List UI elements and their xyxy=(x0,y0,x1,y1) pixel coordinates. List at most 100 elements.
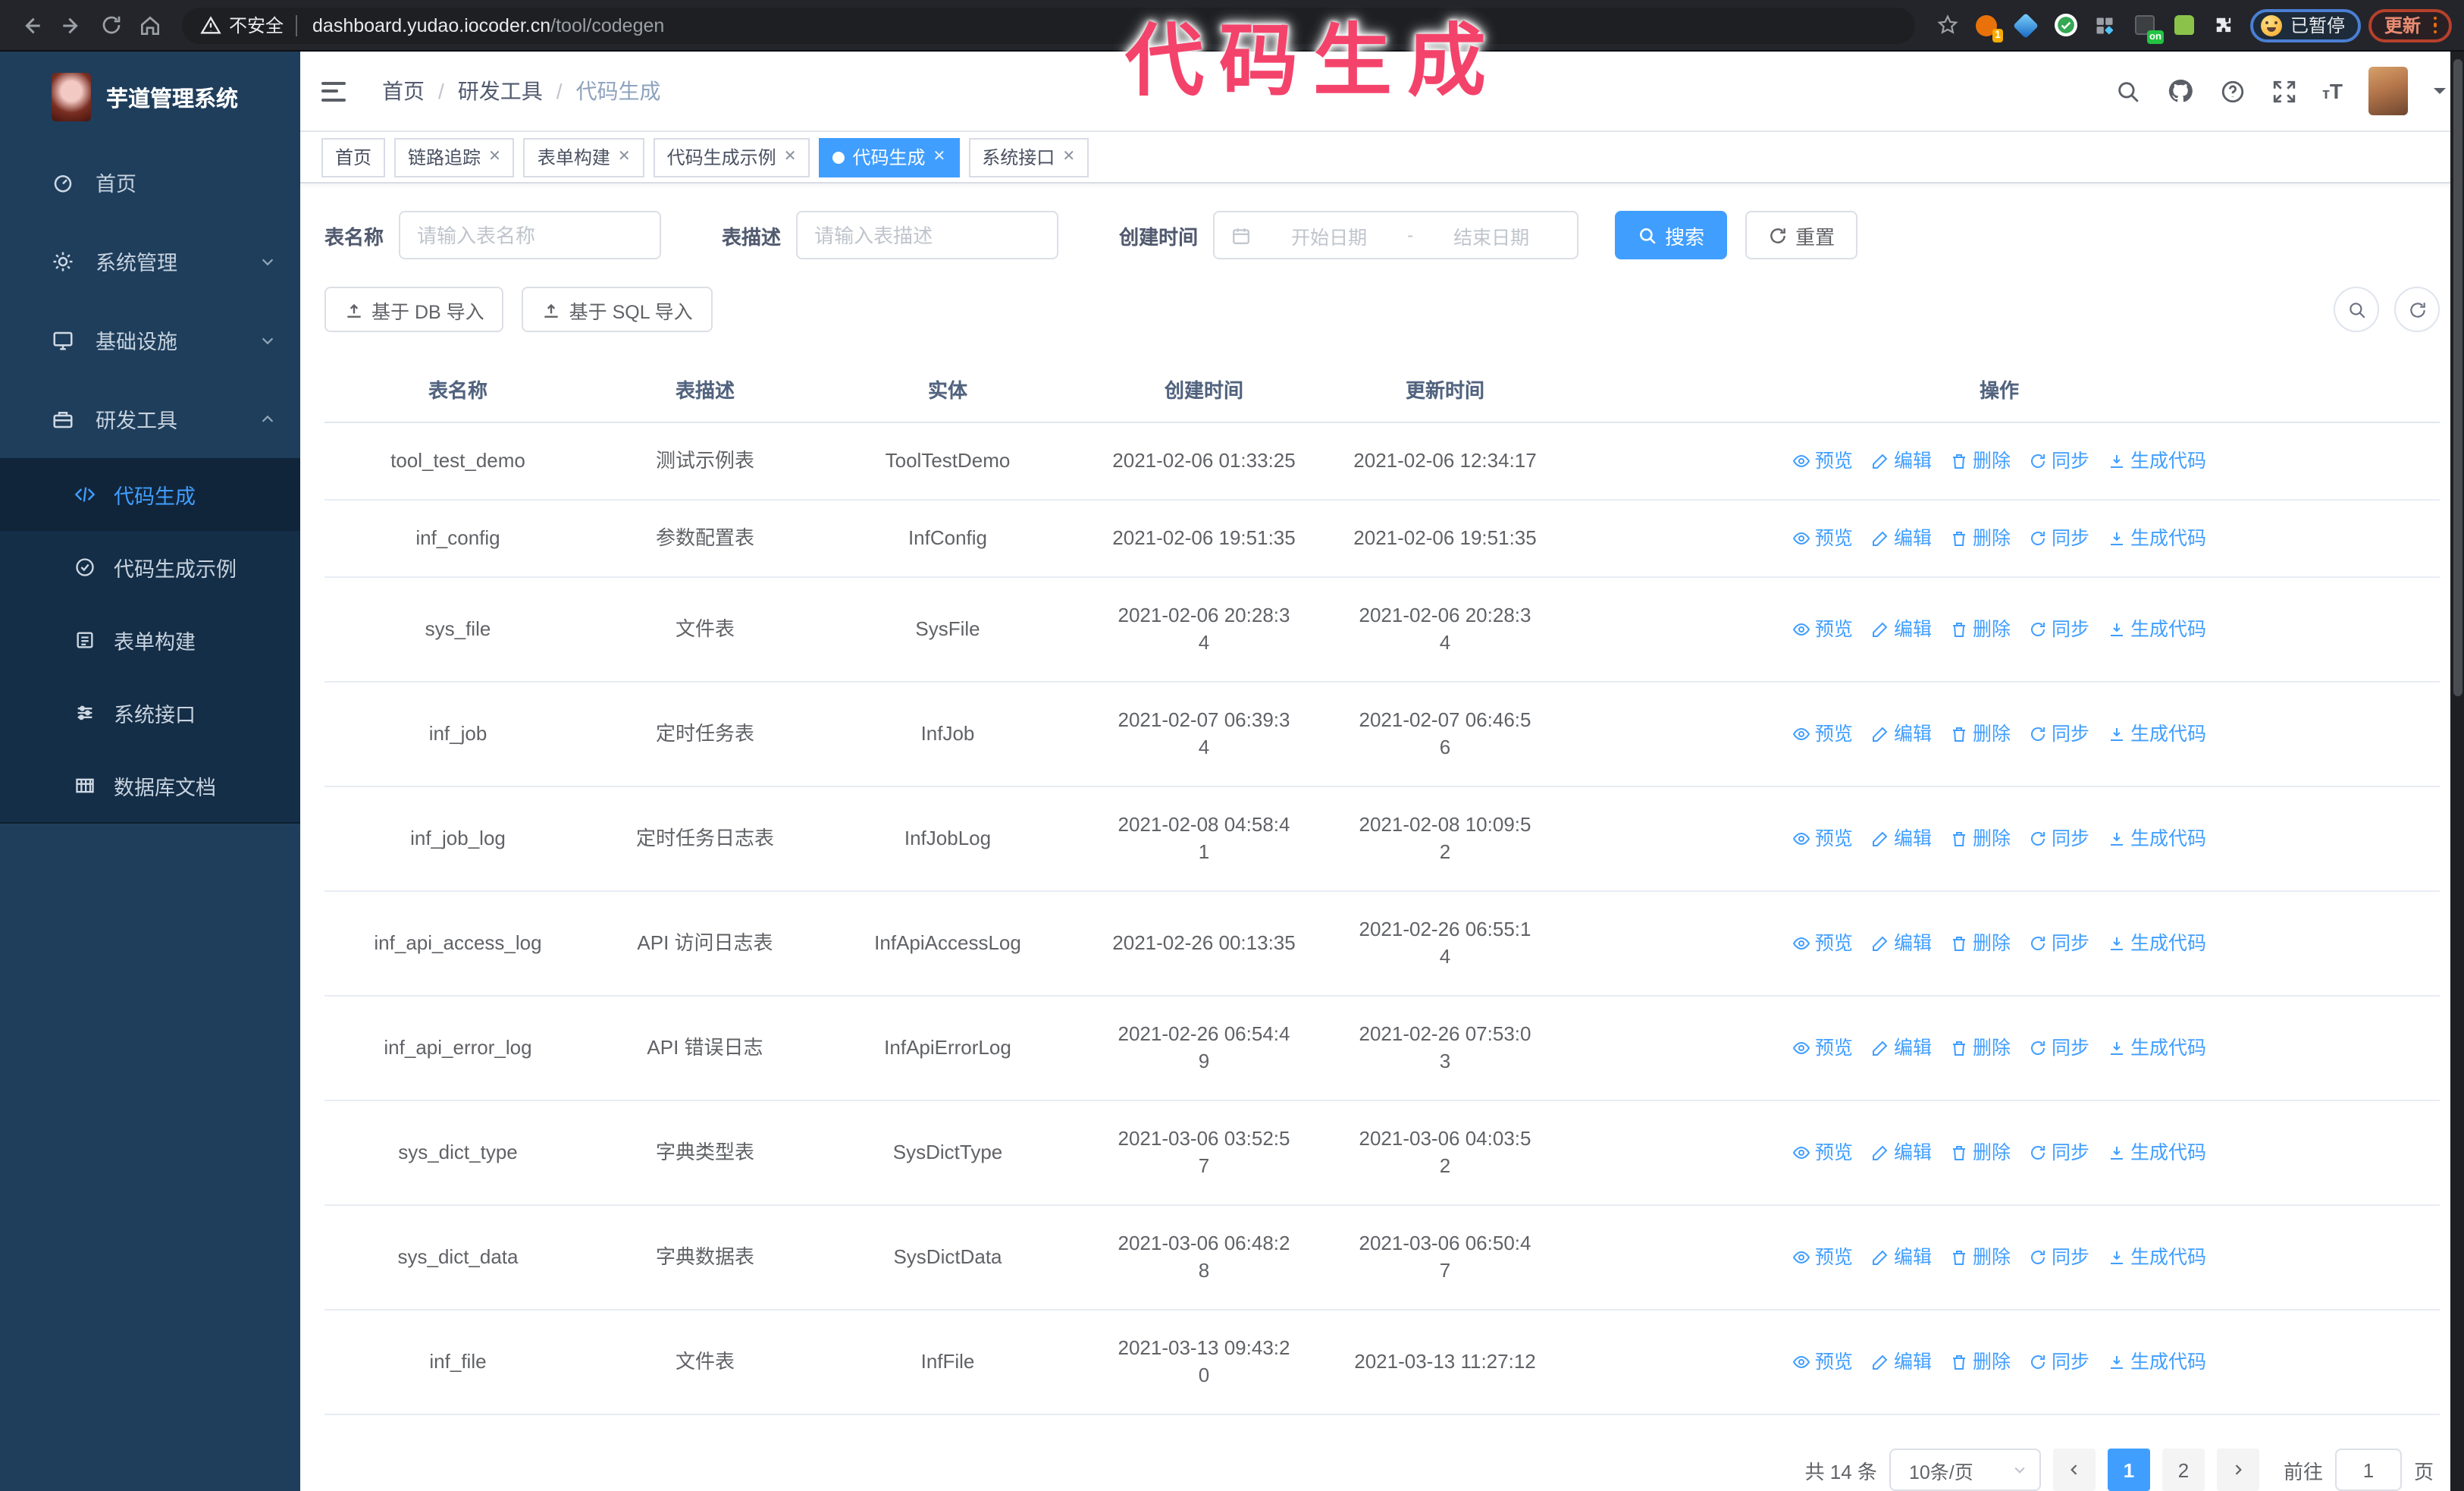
sync-link[interactable]: 同步 xyxy=(2029,1034,2089,1062)
sidebar-item-infra[interactable]: 基础设施 xyxy=(0,300,300,379)
generate-code-link[interactable]: 生成代码 xyxy=(2108,616,2206,643)
preview-link[interactable]: 预览 xyxy=(1792,1034,1853,1062)
puzzle-extensions-icon[interactable] xyxy=(2207,7,2240,43)
generate-code-link[interactable]: 生成代码 xyxy=(2108,825,2206,852)
tab-codegen-example[interactable]: 代码生成示例 ✕ xyxy=(653,137,810,177)
refresh-icon[interactable] xyxy=(2394,287,2440,332)
page-size-select[interactable]: 10条/页 xyxy=(1889,1449,2041,1491)
tab-home[interactable]: 首页 xyxy=(321,137,386,177)
close-icon[interactable]: ✕ xyxy=(784,149,797,165)
extension-gem-icon[interactable] xyxy=(2010,7,2043,43)
github-icon[interactable] xyxy=(2166,77,2193,105)
extension-robot-icon[interactable] xyxy=(2168,7,2201,43)
reset-button[interactable]: 重置 xyxy=(1745,211,1858,259)
address-bar[interactable]: 不安全 dashboard.yudao.iocoder.cn/tool/code… xyxy=(182,7,1916,43)
breadcrumb-home[interactable]: 首页 xyxy=(382,76,425,106)
close-icon[interactable]: ✕ xyxy=(933,149,946,165)
font-size-icon[interactable]: тT xyxy=(2322,79,2343,103)
edit-link[interactable]: 编辑 xyxy=(1871,720,1932,748)
browser-menu-icon[interactable] xyxy=(2433,16,2437,34)
reload-icon[interactable] xyxy=(91,5,130,45)
import-sql-button[interactable]: 基于 SQL 导入 xyxy=(522,287,713,332)
preview-link[interactable]: 预览 xyxy=(1792,720,1853,748)
delete-link[interactable]: 删除 xyxy=(1950,447,2011,475)
generate-code-link[interactable]: 生成代码 xyxy=(2108,930,2206,957)
back-icon[interactable] xyxy=(12,5,52,45)
sync-link[interactable]: 同步 xyxy=(2029,525,2089,552)
table-desc-input[interactable] xyxy=(796,211,1059,259)
edit-link[interactable]: 编辑 xyxy=(1871,930,1932,957)
tab-tracing[interactable]: 链路追踪 ✕ xyxy=(394,137,515,177)
sidebar-item-db-doc[interactable]: 数据库文档 xyxy=(0,749,300,822)
edit-link[interactable]: 编辑 xyxy=(1871,1244,1932,1271)
delete-link[interactable]: 删除 xyxy=(1950,825,2011,852)
sync-link[interactable]: 同步 xyxy=(2029,720,2089,748)
generate-code-link[interactable]: 生成代码 xyxy=(2108,1348,2206,1376)
avatar-caret-icon[interactable] xyxy=(2434,88,2446,100)
sidebar-item-form-builder[interactable]: 表单构建 xyxy=(0,604,300,676)
bookmark-star-icon[interactable] xyxy=(1931,7,1964,43)
paused-extension-pill[interactable]: 已暂停 xyxy=(2250,8,2362,42)
help-icon[interactable] xyxy=(2219,78,2245,104)
tab-system-api[interactable]: 系统接口 ✕ xyxy=(968,137,1089,177)
security-warning[interactable]: 不安全 xyxy=(229,12,284,38)
extension-onebox-icon[interactable]: on xyxy=(2128,7,2165,43)
sidebar-item-home[interactable]: 首页 xyxy=(0,143,300,221)
start-date-placeholder[interactable]: 开始日期 xyxy=(1260,221,1398,250)
generate-code-link[interactable]: 生成代码 xyxy=(2108,525,2206,552)
sidebar-item-codegen[interactable]: 代码生成 xyxy=(0,458,300,531)
tab-form-builder[interactable]: 表单构建 ✕ xyxy=(523,137,644,177)
sidebar-logo[interactable]: 芋道管理系统 xyxy=(0,52,300,143)
import-db-button[interactable]: 基于 DB 导入 xyxy=(324,287,504,332)
table-name-input[interactable] xyxy=(399,211,662,259)
extension-orange-icon[interactable]: 1 xyxy=(1970,7,2004,43)
generate-code-link[interactable]: 生成代码 xyxy=(2108,1034,2206,1062)
sync-link[interactable]: 同步 xyxy=(2029,1139,2089,1166)
generate-code-link[interactable]: 生成代码 xyxy=(2108,447,2206,475)
close-icon[interactable]: ✕ xyxy=(618,149,631,165)
avatar[interactable] xyxy=(2368,67,2408,116)
sidebar-item-codegen-example[interactable]: 代码生成示例 xyxy=(0,531,300,604)
tab-codegen[interactable]: 代码生成 ✕ xyxy=(819,137,960,177)
sidebar-item-system[interactable]: 系统管理 xyxy=(0,221,300,300)
fullscreen-icon[interactable] xyxy=(2271,78,2296,104)
preview-link[interactable]: 预览 xyxy=(1792,930,1853,957)
home-icon[interactable] xyxy=(130,5,170,45)
page-button-1[interactable]: 1 xyxy=(2107,1449,2150,1491)
browser-update-button[interactable]: 更新 xyxy=(2368,8,2452,42)
sync-link[interactable]: 同步 xyxy=(2029,1244,2089,1271)
search-icon[interactable] xyxy=(2114,78,2140,104)
preview-link[interactable]: 预览 xyxy=(1792,1244,1853,1271)
extension-check-icon[interactable] xyxy=(2049,7,2083,43)
sidebar-item-devtools[interactable]: 研发工具 xyxy=(0,379,300,458)
goto-page-input[interactable] xyxy=(2334,1449,2402,1491)
warning-triangle-icon[interactable] xyxy=(200,14,221,36)
extension-grid-icon[interactable] xyxy=(2089,7,2122,43)
preview-link[interactable]: 预览 xyxy=(1792,1348,1853,1376)
generate-code-link[interactable]: 生成代码 xyxy=(2108,720,2206,748)
browser-scrollbar[interactable] xyxy=(2450,52,2464,1491)
edit-link[interactable]: 编辑 xyxy=(1871,525,1932,552)
preview-link[interactable]: 预览 xyxy=(1792,825,1853,852)
preview-link[interactable]: 预览 xyxy=(1792,525,1853,552)
search-button[interactable]: 搜索 xyxy=(1615,211,1728,259)
preview-link[interactable]: 预览 xyxy=(1792,1139,1853,1166)
preview-link[interactable]: 预览 xyxy=(1792,616,1853,643)
sync-link[interactable]: 同步 xyxy=(2029,1348,2089,1376)
edit-link[interactable]: 编辑 xyxy=(1871,447,1932,475)
scrollbar-thumb[interactable] xyxy=(2453,59,2462,696)
edit-link[interactable]: 编辑 xyxy=(1871,825,1932,852)
delete-link[interactable]: 删除 xyxy=(1950,720,2011,748)
delete-link[interactable]: 删除 xyxy=(1950,1348,2011,1376)
hide-search-icon[interactable] xyxy=(2334,287,2379,332)
end-date-placeholder[interactable]: 结束日期 xyxy=(1422,221,1560,250)
generate-code-link[interactable]: 生成代码 xyxy=(2108,1139,2206,1166)
sidebar-item-system-api[interactable]: 系统接口 xyxy=(0,676,300,749)
close-icon[interactable]: ✕ xyxy=(1062,149,1075,165)
date-range-picker[interactable]: 开始日期 - 结束日期 xyxy=(1213,211,1579,259)
edit-link[interactable]: 编辑 xyxy=(1871,1348,1932,1376)
delete-link[interactable]: 删除 xyxy=(1950,616,2011,643)
breadcrumb-devtools[interactable]: 研发工具 xyxy=(458,76,543,106)
sync-link[interactable]: 同步 xyxy=(2029,616,2089,643)
edit-link[interactable]: 编辑 xyxy=(1871,1034,1932,1062)
